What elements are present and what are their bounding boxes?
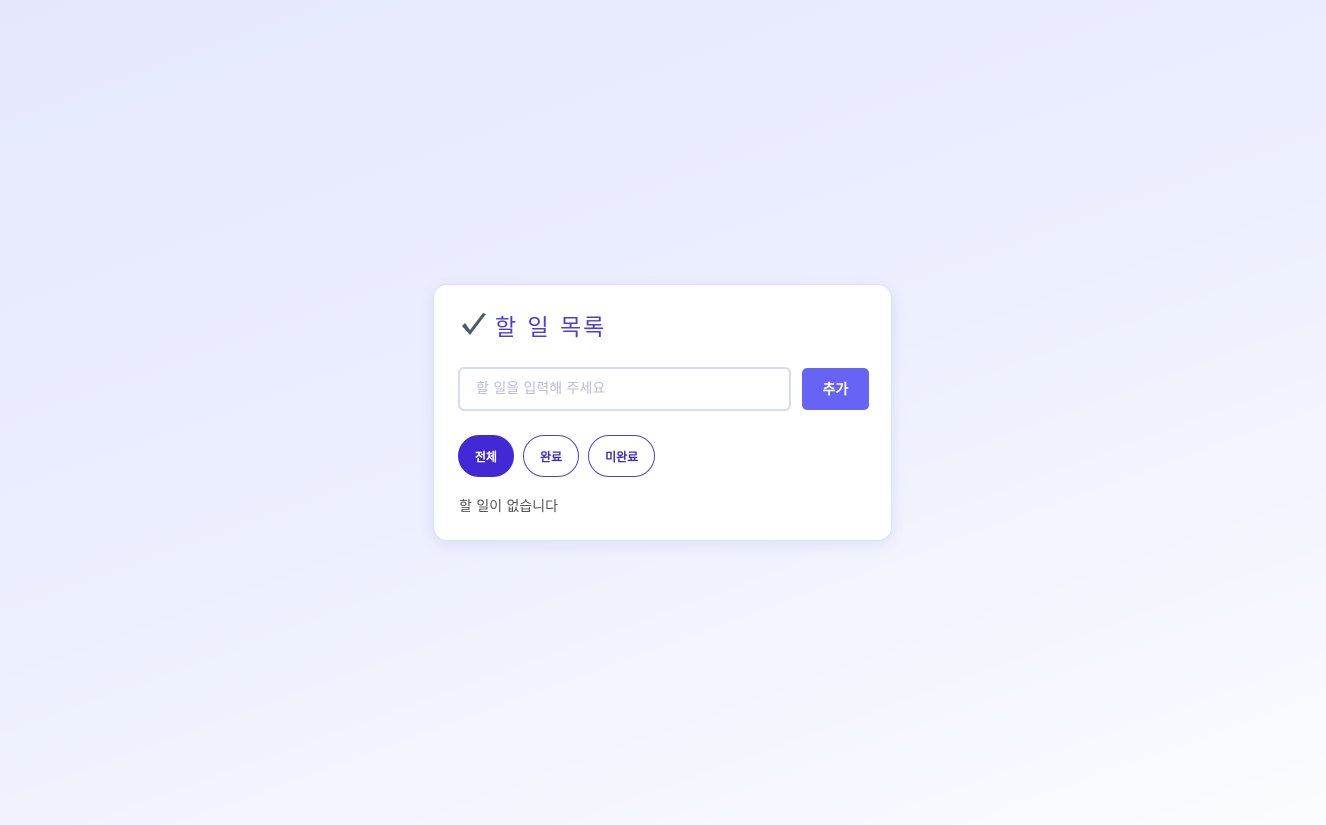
- check-icon: [459, 310, 489, 340]
- todo-card: 할 일 목록 추가 전체 완료 미완료 할 일이 없습니다: [433, 284, 892, 541]
- filter-incomplete-button[interactable]: 미완료: [588, 435, 656, 477]
- filter-group: 전체 완료 미완료: [458, 435, 656, 477]
- filter-completed-button[interactable]: 완료: [523, 435, 580, 477]
- empty-message: 할 일이 없습니다: [459, 499, 559, 515]
- filter-all-button[interactable]: 전체: [458, 435, 515, 477]
- add-button[interactable]: 추가: [802, 368, 869, 410]
- todo-input[interactable]: [458, 367, 791, 411]
- card-title: 할 일 목록: [459, 309, 606, 341]
- page-title: 할 일 목록: [495, 315, 607, 341]
